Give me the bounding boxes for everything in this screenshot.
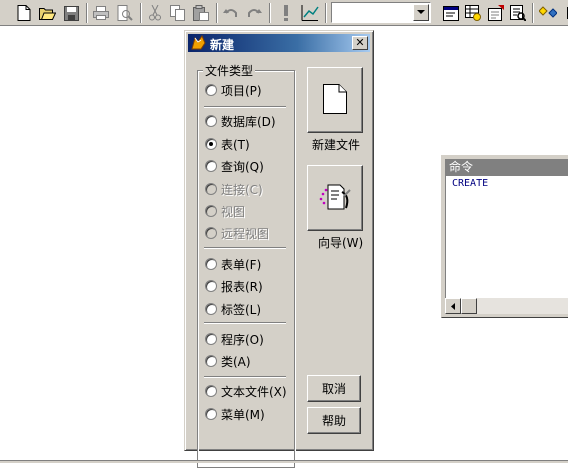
- undo-icon[interactable]: [221, 3, 241, 23]
- cut-icon[interactable]: [145, 3, 165, 23]
- file-type-option[interactable]: 表(T): [205, 136, 250, 152]
- radio-button[interactable]: [205, 303, 217, 315]
- file-type-option-label: 菜单(M): [221, 406, 265, 423]
- command-window-icon[interactable]: [441, 3, 461, 23]
- command-window-title[interactable]: 命令: [445, 159, 568, 175]
- radio-button[interactable]: [205, 333, 217, 345]
- new-file-button[interactable]: [307, 67, 363, 133]
- file-type-option[interactable]: 文本文件(X): [205, 383, 287, 399]
- toolbar-separator: [140, 3, 142, 23]
- code-window-icon[interactable]: [508, 3, 528, 23]
- scroll-left-button[interactable]: [445, 298, 461, 314]
- paste-icon[interactable]: [191, 3, 211, 23]
- properties-icon[interactable]: [486, 3, 506, 23]
- file-type-group-label: 文件类型: [203, 62, 255, 79]
- radio-button[interactable]: [205, 355, 217, 367]
- dialog-title: 新建: [210, 36, 234, 53]
- new-file-icon[interactable]: [14, 3, 34, 23]
- horizontal-scrollbar[interactable]: [445, 298, 568, 314]
- file-type-option-label: 表(T): [221, 136, 250, 153]
- command-input-area[interactable]: CREATE: [445, 175, 568, 298]
- help-button[interactable]: 帮助: [307, 407, 361, 434]
- file-type-option[interactable]: 菜单(M): [205, 406, 265, 422]
- toolbar-separator: [216, 3, 218, 23]
- toolbar-separator: [86, 3, 88, 23]
- file-type-option[interactable]: 查询(Q): [205, 158, 264, 174]
- file-type-option-label: 报表(R): [221, 278, 263, 295]
- file-type-option-label: 表单(F): [221, 256, 261, 273]
- file-type-option[interactable]: 数据库(D): [205, 113, 276, 129]
- radio-button[interactable]: [205, 138, 217, 150]
- file-type-option-label: 查询(Q): [221, 158, 264, 175]
- redo-icon[interactable]: [244, 3, 264, 23]
- file-type-option: 视图: [205, 203, 245, 219]
- cancel-button-label: 取消: [322, 380, 346, 397]
- main-toolbar: [0, 0, 568, 26]
- copy-icon[interactable]: [168, 3, 188, 23]
- radio-button[interactable]: [205, 385, 217, 397]
- file-type-option[interactable]: 程序(O): [205, 331, 264, 347]
- toolbar-separator: [325, 3, 327, 23]
- command-text: CREATE: [452, 178, 488, 189]
- radio-button[interactable]: [205, 84, 217, 96]
- file-type-option: 连接(C): [205, 181, 263, 197]
- wizard-button[interactable]: [307, 165, 363, 231]
- open-folder-icon[interactable]: [37, 3, 57, 23]
- radio-button[interactable]: [205, 115, 217, 127]
- print-preview-icon[interactable]: [115, 3, 135, 23]
- scroll-thumb[interactable]: [461, 298, 477, 314]
- new-file-label: 新建文件: [312, 136, 360, 153]
- file-type-option-label: 远程视图: [221, 225, 269, 242]
- toolbar-overflow-icon[interactable]: [561, 3, 568, 23]
- file-type-option-label: 视图: [221, 203, 245, 220]
- new-file-dialog: 新建 ✕ 文件类型 项目(P) 数据库(D) 表(T) 查询(Q) 连接(C) 视图远程视…: [184, 30, 374, 451]
- file-type-option[interactable]: 表单(F): [205, 256, 261, 272]
- radio-button[interactable]: [205, 160, 217, 172]
- radio-button[interactable]: [205, 280, 217, 292]
- file-type-option-label: 数据库(D): [221, 113, 276, 130]
- toolbar-combo[interactable]: [331, 2, 431, 23]
- file-type-option-label: 连接(C): [221, 181, 263, 198]
- modify-form-icon[interactable]: [300, 3, 320, 23]
- file-type-option-label: 类(A): [221, 353, 251, 370]
- file-type-option[interactable]: 项目(P): [205, 82, 262, 98]
- file-type-option: 远程视图: [205, 225, 269, 241]
- file-type-option[interactable]: 类(A): [205, 353, 251, 369]
- file-type-option-label: 文本文件(X): [221, 383, 287, 400]
- toolbar-separator: [532, 3, 534, 23]
- document-icon: [323, 84, 347, 117]
- radio-button[interactable]: [205, 408, 217, 420]
- radio-button[interactable]: [205, 258, 217, 270]
- command-window: 命令 CREATE: [441, 155, 568, 318]
- save-icon[interactable]: [61, 3, 81, 23]
- database-icon[interactable]: [463, 3, 483, 23]
- toolbar-separator: [269, 3, 271, 23]
- wizard-icon: [318, 182, 352, 215]
- close-icon: ✕: [355, 36, 364, 49]
- chevron-left-icon: [451, 303, 455, 310]
- option-separator: [204, 106, 286, 108]
- file-type-option-label: 项目(P): [221, 82, 262, 99]
- help-button-label: 帮助: [322, 412, 346, 429]
- radio-button: [205, 227, 217, 239]
- foxpro-logo-icon: [191, 35, 206, 53]
- file-type-option-label: 标签(L): [221, 301, 261, 318]
- form-controls-icon[interactable]: [538, 3, 558, 23]
- file-type-option-label: 程序(O): [221, 331, 264, 348]
- chevron-down-icon[interactable]: [413, 4, 429, 21]
- option-separator: [204, 322, 286, 324]
- print-icon[interactable]: [91, 3, 111, 23]
- option-separator: [204, 247, 286, 249]
- close-button[interactable]: ✕: [352, 36, 368, 50]
- cancel-button[interactable]: 取消: [307, 375, 361, 402]
- radio-button: [205, 205, 217, 217]
- file-type-option[interactable]: 报表(R): [205, 278, 263, 294]
- radio-button: [205, 183, 217, 195]
- dialog-titlebar[interactable]: 新建 ✕: [188, 34, 370, 52]
- run-icon[interactable]: [276, 3, 296, 23]
- wizard-label: 向导(W): [318, 234, 363, 251]
- option-separator: [204, 376, 286, 378]
- file-type-option[interactable]: 标签(L): [205, 301, 261, 317]
